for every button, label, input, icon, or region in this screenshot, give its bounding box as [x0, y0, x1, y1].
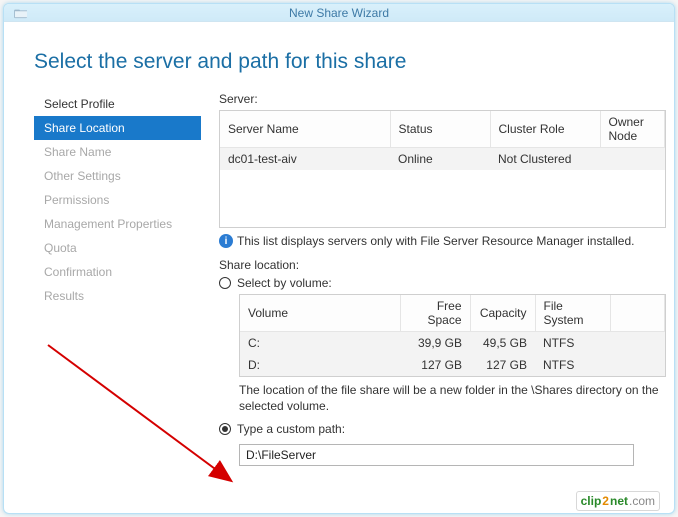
vol-free: 39,9 GB [400, 332, 470, 355]
server-label: Server: [219, 92, 666, 106]
volume-row[interactable]: C: 39,9 GB 49,5 GB NTFS [240, 332, 665, 355]
server-row[interactable]: dc01-test-aiv Online Not Clustered [220, 148, 665, 171]
step-select-profile[interactable]: Select Profile [34, 92, 201, 116]
step-results: Results [34, 284, 201, 308]
server-cell-owner [600, 148, 665, 171]
server-col-cluster[interactable]: Cluster Role [490, 111, 600, 148]
step-other-settings: Other Settings [34, 164, 201, 188]
step-confirmation: Confirmation [34, 260, 201, 284]
step-quota: Quota [34, 236, 201, 260]
watermark: clip2net.com [576, 491, 660, 511]
wizard-steps: Select Profile Share Location Share Name… [34, 92, 219, 513]
vol-col-fs[interactable]: File System [535, 295, 610, 332]
radio-custom-label: Type a custom path: [237, 422, 345, 436]
server-cell-status: Online [390, 148, 490, 171]
vol-col-name[interactable]: Volume [240, 295, 400, 332]
radio-icon [219, 423, 231, 435]
titlebar: New Share Wizard [4, 4, 674, 22]
volume-hint: The location of the file share will be a… [239, 383, 666, 414]
radio-volume-label: Select by volume: [237, 276, 332, 290]
page-heading: Select the server and path for this shar… [4, 22, 674, 92]
step-share-location[interactable]: Share Location [34, 116, 201, 140]
vol-col-free[interactable]: Free Space [400, 295, 470, 332]
step-permissions: Permissions [34, 188, 201, 212]
radio-select-by-volume[interactable]: Select by volume: [219, 276, 666, 290]
custom-path-input[interactable] [239, 444, 634, 466]
vol-free: 127 GB [400, 354, 470, 376]
vol-name: C: [240, 332, 400, 355]
vol-name: D: [240, 354, 400, 376]
server-cell-cluster: Not Clustered [490, 148, 600, 171]
info-icon: i [219, 234, 233, 248]
vol-cap: 127 GB [470, 354, 535, 376]
server-col-status[interactable]: Status [390, 111, 490, 148]
folder-icon [14, 6, 28, 18]
vol-fs: NTFS [535, 354, 610, 376]
window-title: New Share Wizard [289, 6, 389, 20]
volume-table[interactable]: Volume Free Space Capacity File System C… [239, 294, 666, 377]
server-info-text: This list displays servers only with Fil… [237, 234, 634, 248]
vol-col-cap[interactable]: Capacity [470, 295, 535, 332]
server-col-name[interactable]: Server Name [220, 111, 390, 148]
server-cell-name: dc01-test-aiv [220, 148, 390, 171]
step-management-properties: Management Properties [34, 212, 201, 236]
volume-row[interactable]: D: 127 GB 127 GB NTFS [240, 354, 665, 376]
radio-custom-path[interactable]: Type a custom path: [219, 422, 666, 436]
share-location-label: Share location: [219, 258, 666, 272]
radio-icon [219, 277, 231, 289]
vol-col-blank [610, 295, 665, 332]
vol-fs: NTFS [535, 332, 610, 355]
server-table[interactable]: Server Name Status Cluster Role Owner No… [219, 110, 666, 228]
step-share-name: Share Name [34, 140, 201, 164]
server-col-owner[interactable]: Owner Node [600, 111, 665, 148]
vol-cap: 49,5 GB [470, 332, 535, 355]
